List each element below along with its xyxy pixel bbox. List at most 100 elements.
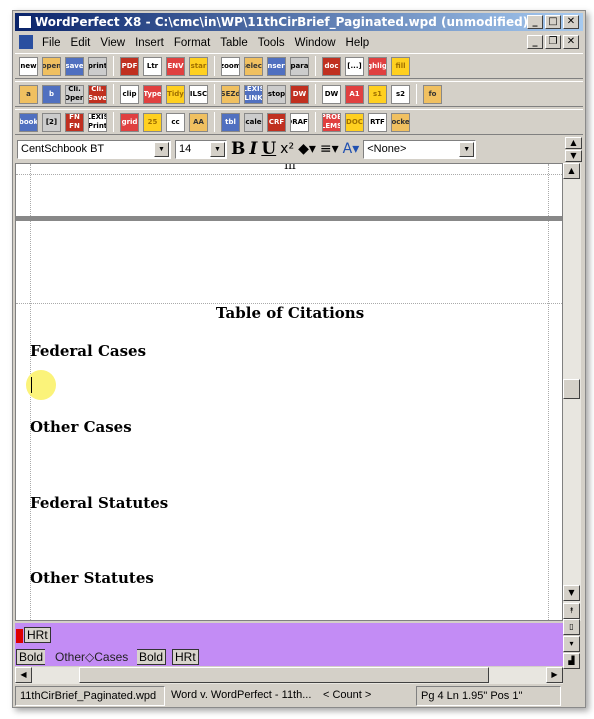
scroll-left-button[interactable]: ◀ (15, 667, 32, 683)
menu-file[interactable]: File (37, 37, 66, 49)
prob-lems-icon[interactable]: PROB LEMS (322, 112, 341, 132)
code-bold-off[interactable]: Bold (137, 649, 167, 665)
cc-icon[interactable]: cc (166, 112, 185, 132)
menu-window[interactable]: Window (290, 37, 341, 49)
scroll-thumb[interactable] (563, 379, 580, 399)
aa-icon[interactable]: AA (189, 112, 208, 132)
document-area[interactable]: iii Table of Citations Federal Cases Oth… (15, 163, 563, 621)
scroll-right-button[interactable]: ▶ (546, 667, 563, 683)
crf-icon[interactable]: CRF (267, 112, 286, 132)
new-icon[interactable]: new (19, 56, 38, 76)
underline-button[interactable]: U (261, 139, 276, 159)
select-icon[interactable]: select (244, 56, 263, 76)
next-page-button[interactable]: ▾ (563, 636, 580, 652)
bold-button[interactable]: B (231, 139, 245, 159)
status-file[interactable]: 11thCirBrief_Paginated.wpd (15, 686, 165, 706)
s2-icon[interactable]: s2 (391, 84, 410, 104)
chevron-down-icon[interactable]: ▼ (459, 141, 475, 157)
horizontal-scrollbar[interactable]: ◀ ▶ (15, 667, 563, 684)
type-icon[interactable]: Type (143, 84, 162, 104)
lexis-link-icon[interactable]: LEXIS LINK (244, 84, 263, 104)
stop-icon[interactable]: stop (267, 84, 286, 104)
justify-icon[interactable]: ≡▾ (320, 141, 339, 157)
star-icon[interactable]: star (189, 56, 208, 76)
dw-icon[interactable]: DW (322, 84, 341, 104)
scroll-down-button[interactable]: ▼ (563, 585, 580, 601)
fill-icon[interactable]: ◆▾ (298, 141, 316, 157)
close-button[interactable]: ✕ (563, 15, 579, 29)
h-scroll-thumb[interactable] (79, 667, 489, 683)
code-bold-on[interactable]: Bold (16, 649, 46, 665)
cli-open-icon[interactable]: Cli. Open (65, 84, 84, 104)
dw-icon[interactable]: DW (290, 84, 309, 104)
25-icon[interactable]: 25 (143, 112, 162, 132)
b-icon[interactable]: b (42, 84, 61, 104)
scroll-down-small[interactable]: ▼ (565, 150, 582, 162)
rtf-icon[interactable]: RTF (368, 112, 387, 132)
font-select[interactable]: CentSchbook BT ▼ (17, 139, 171, 159)
vertical-scrollbar[interactable]: ▲ ▼ ⯭ (563, 163, 581, 621)
menu-insert[interactable]: Insert (130, 37, 169, 49)
grid-icon[interactable]: grid (120, 112, 139, 132)
tidy-icon[interactable]: Tidy (166, 84, 185, 104)
sezd-icon[interactable]: SEZd (221, 84, 240, 104)
menu-tools[interactable]: Tools (253, 37, 290, 49)
scales-icon[interactable]: scales (244, 112, 263, 132)
doc-close-button[interactable]: ✕ (563, 35, 579, 49)
status-count[interactable]: < Count > (319, 686, 414, 706)
code-hrt[interactable]: HRt (24, 627, 51, 643)
chevron-down-icon[interactable]: ▼ (154, 141, 169, 157)
save-icon[interactable]: save (65, 56, 84, 76)
menu-help[interactable]: Help (341, 37, 375, 49)
maximize-button[interactable]: □ (545, 15, 561, 29)
ilsc-icon[interactable]: ILSC (189, 84, 208, 104)
tbl-icon[interactable]: tbl (221, 112, 240, 132)
open-icon[interactable]: open (42, 56, 61, 76)
status-doc[interactable]: Word v. WordPerfect - 11th... (167, 686, 317, 706)
-icon[interactable]: [...] (345, 56, 364, 76)
insert-icon[interactable]: insert (267, 56, 286, 76)
para-icon[interactable]: para (290, 56, 309, 76)
fo-icon[interactable]: fo (423, 84, 442, 104)
previous-page-button[interactable]: ⯭ (563, 603, 580, 619)
menu-table[interactable]: Table (215, 37, 253, 49)
book-icon[interactable]: book (19, 112, 38, 132)
scroll-up-button[interactable]: ▲ (563, 163, 580, 179)
highlight-icon[interactable]: highlight (368, 56, 387, 76)
ltr-icon[interactable]: Ltr (143, 56, 162, 76)
print-icon[interactable]: print (88, 56, 107, 76)
code-hrt-2[interactable]: HRt (172, 649, 199, 665)
status-position[interactable]: Pg 4 Ln 1.95" Pos 1" (416, 686, 561, 706)
code-text[interactable]: Other◇Cases (55, 650, 128, 664)
env-icon[interactable]: ENV (166, 56, 185, 76)
rocket-icon[interactable]: rocket (391, 112, 410, 132)
page-icon[interactable]: ▯ (563, 619, 580, 635)
doc-icon[interactable]: doc (322, 56, 341, 76)
2-icon[interactable]: [2] (42, 112, 61, 132)
font-size-select[interactable]: 14 ▼ (175, 139, 227, 159)
draft-icon[interactable]: DRAFT (290, 112, 309, 132)
lexis-print-icon[interactable]: LEXIS Print (88, 112, 107, 132)
clip-icon[interactable]: clip (120, 84, 139, 104)
cli-save-icon[interactable]: Cli. Save (88, 84, 107, 104)
fill-icon[interactable]: fill (391, 56, 410, 76)
line-spacing-icon[interactable]: A▾ (343, 141, 360, 157)
a-icon[interactable]: a (19, 84, 38, 104)
chevron-down-icon[interactable]: ▼ (210, 141, 225, 157)
doc-restore-button[interactable]: ❐ (545, 35, 561, 49)
doc-minimize-button[interactable]: _ (527, 35, 543, 49)
pdf-icon[interactable]: PDF (120, 56, 139, 76)
reveal-toggle-icon[interactable]: ▟ (563, 653, 580, 669)
fn-fn-icon[interactable]: FN FN (65, 112, 84, 132)
reveal-codes-pane[interactable]: HRt Bold Other◇Cases Bold HRt (15, 623, 563, 666)
minimize-button[interactable]: _ (527, 15, 543, 29)
document-icon[interactable] (19, 35, 33, 49)
menu-edit[interactable]: Edit (66, 37, 96, 49)
doc-icon[interactable]: DOC (345, 112, 364, 132)
zoom-icon[interactable]: zoom (221, 56, 240, 76)
scroll-up-small[interactable]: ▲ (565, 137, 582, 149)
style-select[interactable]: <None> ▼ (363, 139, 477, 159)
menu-format[interactable]: Format (169, 37, 215, 49)
s1-icon[interactable]: s1 (368, 84, 387, 104)
superscript-button[interactable]: x² (280, 141, 294, 157)
